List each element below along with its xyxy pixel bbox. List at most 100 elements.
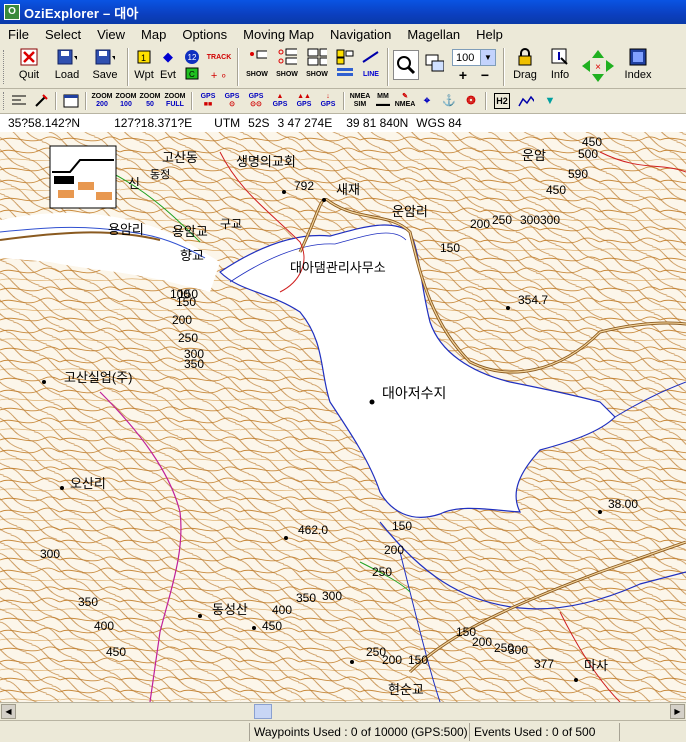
menu-moving-map[interactable]: Moving Map [235,24,322,46]
list-icon [335,48,355,66]
h2-button[interactable]: H2 [490,90,514,112]
index-map-icon [628,48,648,66]
waypoint-button[interactable]: 1 Wpt [132,46,156,86]
map-label: 400 [272,603,292,617]
lifebuoy-button[interactable]: ❂ [460,90,482,112]
map-label: 590 [568,167,588,181]
antenna-button[interactable]: ▼ [538,90,562,112]
map-label: 300 [540,213,560,227]
drag-button[interactable]: Drag [508,46,542,86]
show-tracks-button[interactable]: SHOW [302,46,332,86]
map-label: 현순교 [388,682,424,697]
map-window-button[interactable] [60,90,82,112]
nmea-sim-button[interactable]: NMEA SIM [348,90,372,112]
show-waypoints-icon [247,48,267,66]
map-label: 450 [546,183,566,197]
gps-1-button[interactable]: GPS ■■ [196,90,220,112]
waypoint-icon: 1 [134,48,154,66]
gps-3-button[interactable]: GPS ⊙⊙ [244,90,268,112]
event-button[interactable]: ◆ Evt [156,46,180,86]
zoom-50-button[interactable]: ZOOM 50 [138,90,162,112]
map-label: 500 [578,147,598,161]
pan-arrows-icon[interactable]: × [580,48,616,84]
crosshair-icon: ⌖ [423,95,431,107]
line-button[interactable]: LINE [358,46,384,86]
zoom-200-button[interactable]: ZOOM 200 [90,90,114,112]
map-label: 354.7 [518,293,548,307]
index-button[interactable]: Index [618,46,658,86]
map-label: 350 [78,595,98,609]
map-label: 고산실업(주) [64,370,132,385]
align-button[interactable] [8,90,30,112]
tools-button[interactable] [30,90,52,112]
scroll-left-button[interactable]: ◀ [1,704,16,719]
map-label: 300 [40,547,60,561]
menu-magellan[interactable]: Magellan [399,24,468,46]
gps-6-button[interactable]: ↓ GPS [316,90,340,112]
utm-easting: 3 47 274E [277,116,333,130]
toolbar-grip [0,46,10,86]
menu-help[interactable]: Help [468,24,511,46]
save-button[interactable]: Save [86,46,124,86]
map-view[interactable]: 고산동 생명의교회 792 새재 운암리 450 500 590 450 운암 … [0,132,686,702]
menu-bar: File Select View Map Options Moving Map … [0,24,686,47]
map-label: 400 [94,619,114,633]
show-waypoints-button[interactable]: SHOW [242,46,272,86]
profile-button[interactable] [514,90,538,112]
events-used-status: Events Used : 0 of 500 [470,722,620,741]
map-label: 고산동 [162,150,198,165]
menu-options[interactable]: Options [174,24,235,46]
antenna-icon: ▼ [544,95,556,107]
menu-select[interactable]: Select [37,24,89,46]
crosshair-button[interactable]: ⌖ [416,90,438,112]
menu-navigation[interactable]: Navigation [322,24,399,46]
load-button[interactable]: Load [48,46,86,86]
map-label: 200 [384,543,404,557]
waypoint-list-button[interactable] [332,46,358,86]
zoom-dropdown[interactable]: 100 ▼ [452,49,496,66]
moving-map-button[interactable]: MM ▬▬ [372,90,394,112]
menu-view[interactable]: View [89,24,133,46]
show-routes-button[interactable]: SHOW [272,46,302,86]
gps-4-button[interactable]: ▲ GPS [268,90,292,112]
map-label: 동성산 [212,602,248,617]
nmea-button[interactable]: ✎ NMEA [394,90,416,112]
status-bar: Waypoints Used : 0 of 10000 (GPS:500) Ev… [0,720,686,742]
zoom-in-button[interactable]: + [459,68,467,82]
scroll-right-button[interactable]: ▶ [670,704,685,719]
anchor-button[interactable]: ⚓ [438,90,460,112]
zoom-full-button[interactable]: ZOOM FULL [162,90,188,112]
quit-button[interactable]: Quit [10,46,48,86]
map-inset-icon [49,145,117,209]
save-icon [95,48,115,66]
info-button[interactable]: Info [542,46,578,86]
utm-label: UTM [214,116,241,130]
load-icon [57,48,77,66]
route-number-icon: 12 [182,48,202,66]
zoom-100-button[interactable]: ZOOM 100 [114,90,138,112]
pan-arrows[interactable]: × [578,46,618,86]
zoom-tool-button[interactable] [392,46,420,86]
chevron-down-icon[interactable]: ▼ [480,50,495,65]
menu-map[interactable]: Map [133,24,174,46]
windows-button[interactable] [420,46,448,86]
menu-file[interactable]: File [0,24,37,46]
zoom-out-button[interactable]: − [481,68,489,82]
route-c-icon: C [182,66,202,80]
wrench-icon [33,93,49,109]
track-button[interactable]: TRACK + ∘ [204,46,234,86]
utm-zone: 52S [248,116,270,130]
map-label: 150 [440,241,460,255]
zoom-selector[interactable]: 100 ▼ + − [448,46,500,82]
gps-2-button[interactable]: GPS ⊙ [220,90,244,112]
svg-text:C: C [189,70,195,79]
scroll-thumb[interactable] [254,704,272,719]
horizontal-scrollbar[interactable]: ◀ ▶ [0,702,686,720]
map-label: 향교 [180,248,204,263]
topographic-map[interactable]: 고산동 생명의교회 792 새재 운암리 450 500 590 450 운암 … [0,132,686,702]
map-label: 300 [322,589,342,603]
map-label: 150 [392,519,412,533]
gps-5-button[interactable]: ▲▲ GPS [292,90,316,112]
map-label: 792 [294,179,314,193]
route-button[interactable]: 12 C [180,46,204,86]
